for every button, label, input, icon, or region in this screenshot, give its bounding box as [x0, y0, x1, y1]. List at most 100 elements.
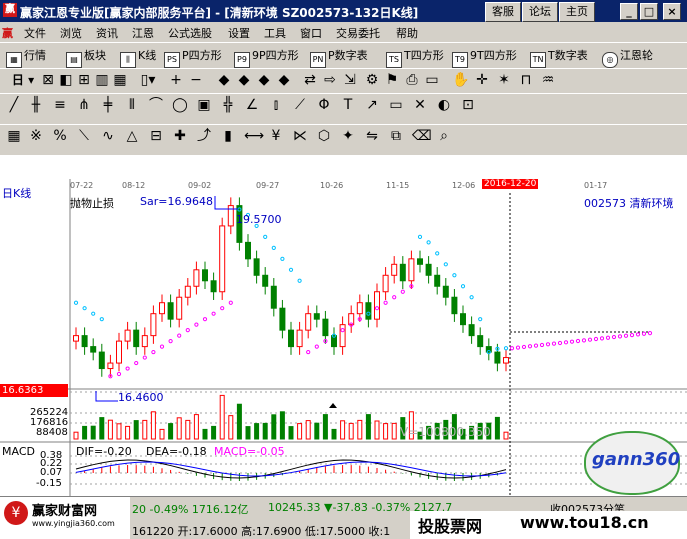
price-tool-icon[interactable]: ¥	[268, 128, 284, 144]
zoom-in-icon[interactable]: +	[168, 72, 184, 88]
hide-tool-icon[interactable]: ◐	[436, 97, 452, 113]
arrow-right-icon[interactable]: ◆	[276, 72, 292, 88]
menu-browse[interactable]: 浏览	[60, 25, 82, 41]
eraser-icon[interactable]: ⌫	[412, 128, 432, 144]
rect-tool-icon[interactable]: ▭	[388, 97, 404, 113]
text-tool-icon[interactable]: T	[340, 97, 356, 113]
gann-fan-icon[interactable]: ⋔	[76, 97, 92, 113]
fib-tool-icon[interactable]: ≡	[52, 97, 68, 113]
spiral-icon[interactable]: ※	[28, 128, 44, 144]
sar-forecast-point	[521, 344, 527, 350]
refresh-icon[interactable]: ⇄	[302, 72, 318, 88]
next-icon[interactable]: ⇨	[322, 72, 338, 88]
sector-button[interactable]: ▤ 板块	[66, 47, 106, 68]
menu-formula-select[interactable]: 公式选股	[168, 25, 212, 41]
percent-icon[interactable]: %	[52, 128, 68, 144]
overlay-icon[interactable]: ⊞	[76, 72, 92, 88]
volume-bar	[374, 420, 380, 440]
mirror-icon[interactable]: ⇋	[364, 128, 380, 144]
menu-news[interactable]: 资讯	[96, 25, 118, 41]
export-icon[interactable]: ⇲	[342, 72, 358, 88]
p-square-button[interactable]: PS P四方形	[164, 47, 222, 68]
brush-icon[interactable]: ♒	[540, 72, 556, 88]
measure-icon[interactable]: ⟷	[244, 128, 264, 144]
period-dropdown[interactable]: 日 ▾	[8, 72, 38, 88]
arrow-tool-icon[interactable]: ↗	[364, 97, 380, 113]
menu-bar: 赢 文件 浏览 资讯 江恩 公式选股 设置 工具 窗口 交易委托 帮助	[0, 22, 687, 42]
forum-button[interactable]: 论坛	[522, 2, 558, 22]
maximize-icon[interactable]: □	[640, 3, 658, 20]
candle-body	[279, 307, 286, 331]
menu-trade[interactable]: 交易委托	[336, 25, 380, 41]
minimize-icon[interactable]: _	[620, 3, 638, 20]
delete-tool-icon[interactable]: ✕	[412, 97, 428, 113]
speed-line-icon[interactable]: ⟍	[76, 128, 92, 144]
sar-point	[159, 344, 165, 349]
arrow-up-icon[interactable]: ◆	[236, 72, 252, 88]
arc-icon[interactable]: ⌒	[148, 97, 164, 113]
hand-icon[interactable]: ✋	[452, 72, 469, 88]
menu-file[interactable]: 文件	[24, 25, 46, 41]
crosshair-icon[interactable]: ✛	[474, 72, 490, 88]
wave-icon[interactable]: ∿	[100, 128, 116, 144]
triangle-icon[interactable]: △	[124, 128, 140, 144]
trend-icon[interactable]: ⤴	[196, 128, 212, 144]
compare-icon[interactable]: ⊠	[40, 72, 56, 88]
magnet-icon[interactable]: ⊓	[518, 72, 534, 88]
mark-icon[interactable]: ⚑	[384, 72, 400, 88]
stack-icon[interactable]: ▥	[94, 72, 110, 88]
layout-icon[interactable]: ◧	[58, 72, 74, 88]
parallel-tool-icon[interactable]: ╫	[28, 97, 44, 113]
customer-service-button[interactable]: 客服	[485, 2, 521, 22]
gann-wheel-button[interactable]: ◎ 江恩轮	[602, 47, 653, 68]
homepage-button[interactable]: 主页	[559, 2, 595, 22]
chart-area[interactable]: 日K线 07-22 08-12 09-02 09-27 10-26 11-15 …	[0, 179, 687, 505]
candle-body	[374, 291, 380, 320]
menu-help[interactable]: 帮助	[396, 25, 418, 41]
angle-icon[interactable]: ∠	[244, 97, 260, 113]
candle-body	[305, 313, 312, 331]
quotes-button[interactable]: ▦ 行情	[6, 47, 46, 68]
kline-button[interactable]: ⫼ K线	[120, 47, 156, 68]
zoom-tool-icon[interactable]: ⌕	[436, 128, 452, 144]
print-icon[interactable]: ⎙	[404, 72, 420, 88]
window-icon[interactable]: ▭	[424, 72, 440, 88]
fan-icon[interactable]: ⋉	[292, 128, 308, 144]
cycle-icon[interactable]: ⫴	[124, 97, 140, 113]
t-number-table-button[interactable]: TN T数字表	[530, 47, 588, 68]
multi-chart-icon[interactable]: ▦	[112, 72, 128, 88]
channel-icon[interactable]: ╪	[100, 97, 116, 113]
copy-tool-icon[interactable]: ⧉	[388, 128, 404, 144]
menu-gann[interactable]: 江恩	[132, 25, 154, 41]
menu-window[interactable]: 窗口	[300, 25, 322, 41]
hexagon-icon[interactable]: ⬡	[316, 128, 332, 144]
settings-icon[interactable]: ⚙	[364, 72, 380, 88]
cross-icon[interactable]: ✚	[172, 128, 188, 144]
close-icon[interactable]: ×	[663, 3, 681, 20]
candle-type-dropdown[interactable]: ▯▾	[136, 72, 160, 88]
ray-icon[interactable]: ⟋	[292, 97, 308, 113]
sar-point	[220, 306, 225, 311]
zoom-out-icon[interactable]: −	[188, 72, 204, 88]
arrow-left-icon[interactable]: ◆	[216, 72, 232, 88]
menu-settings[interactable]: 设置	[228, 25, 250, 41]
cursor-date-label: 2016-12-20	[482, 179, 539, 189]
t-square-button[interactable]: TS T四方形	[386, 47, 444, 68]
9t-square-button[interactable]: T9 9T四方形	[452, 47, 517, 68]
square-icon[interactable]: ▣	[196, 97, 212, 113]
bar-tool-icon[interactable]: ▮	[220, 128, 236, 144]
golden-icon[interactable]: Φ	[316, 97, 332, 113]
line-tool-icon[interactable]: ╱	[6, 97, 22, 113]
arrow-down-icon[interactable]: ◆	[256, 72, 272, 88]
time-zone-icon[interactable]: ⫾	[268, 97, 284, 113]
star-icon[interactable]: ✦	[340, 128, 356, 144]
lock-tool-icon[interactable]: ⊡	[460, 97, 476, 113]
9p-square-button[interactable]: P9 9P四方形	[234, 47, 299, 68]
menu-tools[interactable]: 工具	[264, 25, 286, 41]
square-of-nine-icon[interactable]: ▦	[6, 128, 22, 144]
grid-tool-icon[interactable]: ╬	[220, 97, 236, 113]
pointer-icon[interactable]: ✶	[496, 72, 512, 88]
gann-box-icon[interactable]: ⊟	[148, 128, 164, 144]
p-number-table-button[interactable]: PN P数字表	[310, 47, 368, 68]
circle-icon[interactable]: ◯	[172, 97, 188, 113]
